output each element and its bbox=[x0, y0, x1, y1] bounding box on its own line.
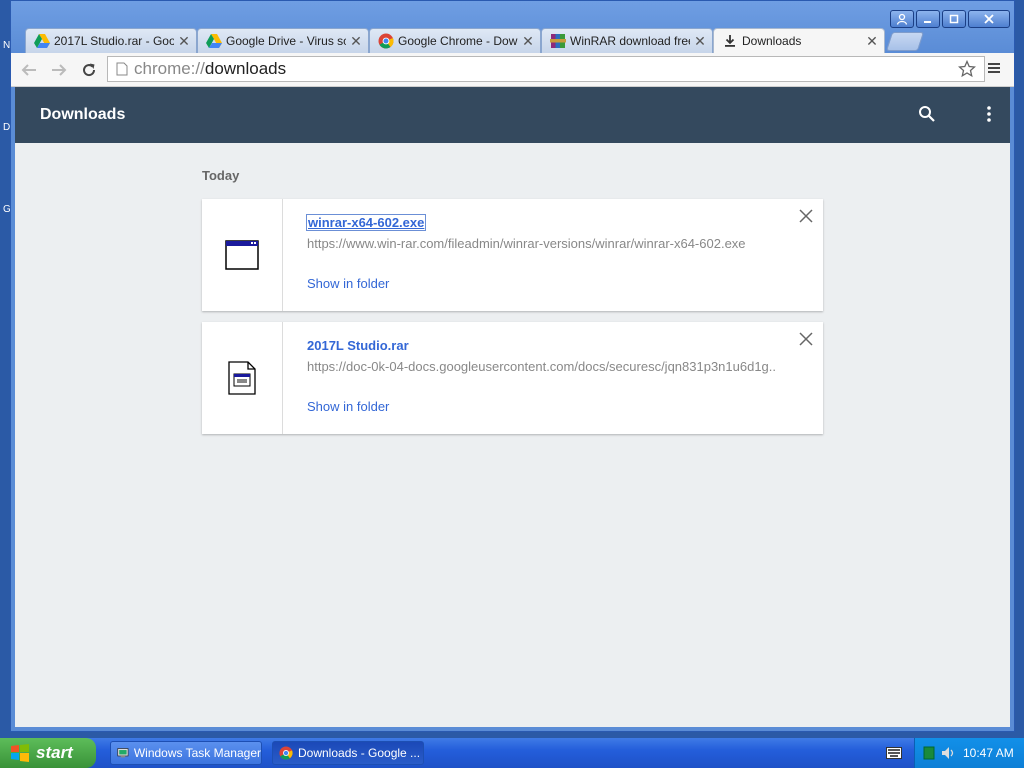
downloads-page: Downloads Today winrar-x64-602.exe https… bbox=[15, 87, 1010, 727]
tab-google-drive-virus-scan[interactable]: Google Drive - Virus scan ✕ bbox=[197, 28, 369, 53]
back-button[interactable] bbox=[17, 59, 41, 81]
tab-title: WinRAR download free bbox=[570, 34, 690, 48]
windows-logo-icon bbox=[11, 744, 29, 762]
download-item: winrar-x64-602.exe https://www.win-rar.c… bbox=[202, 199, 823, 311]
remove-download-button[interactable] bbox=[799, 209, 813, 223]
tab-close-icon[interactable]: ✕ bbox=[866, 33, 878, 50]
close-window-button[interactable] bbox=[968, 10, 1010, 28]
task-manager-icon bbox=[117, 748, 129, 758]
download-item: 2017L Studio.rar https://doc-0k-04-docs.… bbox=[202, 322, 823, 434]
forward-button[interactable] bbox=[47, 59, 71, 81]
remove-download-button[interactable] bbox=[799, 332, 813, 346]
file-icon-column bbox=[202, 199, 283, 311]
maximize-button[interactable] bbox=[942, 10, 966, 28]
download-filename-link[interactable]: 2017L Studio.rar bbox=[307, 338, 409, 353]
star-icon bbox=[957, 59, 977, 78]
restore-icon bbox=[949, 14, 959, 24]
show-in-folder-link[interactable]: Show in folder bbox=[307, 276, 389, 291]
tab-close-icon[interactable]: ✕ bbox=[178, 33, 190, 50]
close-icon bbox=[984, 14, 994, 24]
minimize-button[interactable] bbox=[916, 10, 940, 28]
taskbar-item-chrome[interactable]: Downloads - Google ... bbox=[272, 741, 424, 765]
show-in-folder-link[interactable]: Show in folder bbox=[307, 399, 389, 414]
winrar-icon bbox=[550, 33, 566, 49]
chrome-menu-button[interactable] bbox=[986, 60, 1006, 80]
window-controls bbox=[890, 10, 1010, 28]
tab-title: Google Drive - Virus scan bbox=[226, 34, 346, 48]
bookmark-star-button[interactable] bbox=[957, 59, 977, 83]
volume-icon[interactable] bbox=[941, 746, 957, 760]
file-icon-column bbox=[202, 322, 283, 434]
downloads-header: Downloads bbox=[15, 87, 1010, 143]
system-tray: 10:47 AM bbox=[914, 738, 1024, 768]
profile-button[interactable] bbox=[890, 10, 914, 28]
title-bar: 2017L Studio.rar - Googl ✕ Google Drive … bbox=[11, 1, 1014, 53]
close-icon bbox=[799, 332, 813, 346]
exe-window-icon bbox=[225, 240, 259, 270]
reload-icon bbox=[83, 63, 96, 77]
tab-2017l-studio[interactable]: 2017L Studio.rar - Googl ✕ bbox=[25, 28, 197, 53]
tab-downloads[interactable]: Downloads ✕ bbox=[713, 28, 885, 53]
search-button[interactable] bbox=[918, 105, 936, 128]
taskbar-item-label: Downloads - Google ... bbox=[298, 746, 421, 760]
tab-title: 2017L Studio.rar - Googl bbox=[54, 34, 174, 48]
reload-button[interactable] bbox=[77, 59, 101, 81]
google-drive-icon bbox=[206, 33, 222, 49]
more-vert-icon bbox=[987, 106, 991, 122]
tab-winrar-download[interactable]: WinRAR download free ✕ bbox=[541, 28, 713, 53]
person-icon bbox=[896, 13, 908, 25]
keyboard-icon[interactable] bbox=[886, 746, 902, 764]
taskbar: start Windows Task Manager Downloads - G… bbox=[0, 738, 1024, 768]
tab-title: Google Chrome - Downlo bbox=[398, 34, 518, 48]
close-icon bbox=[799, 209, 813, 223]
page-title: Downloads bbox=[40, 106, 126, 123]
download-source-url[interactable]: https://www.win-rar.com/fileadmin/winrar… bbox=[307, 236, 746, 251]
arrow-left-icon bbox=[21, 64, 36, 76]
date-section-label: Today bbox=[202, 168, 240, 183]
arrow-right-icon bbox=[52, 64, 67, 76]
page-icon bbox=[116, 62, 128, 76]
google-drive-icon bbox=[34, 33, 50, 49]
clock[interactable]: 10:47 AM bbox=[963, 746, 1014, 760]
url-scheme: chrome:// bbox=[134, 59, 205, 78]
address-bar[interactable]: chrome://downloads bbox=[107, 56, 985, 82]
start-button[interactable]: start bbox=[0, 738, 96, 768]
start-label: start bbox=[36, 743, 73, 762]
chrome-window: 2017L Studio.rar - Googl ✕ Google Drive … bbox=[10, 0, 1015, 732]
download-filename-link[interactable]: winrar-x64-602.exe bbox=[305, 214, 427, 231]
new-tab-button[interactable] bbox=[885, 32, 925, 51]
taskbar-item-label: Windows Task Manager bbox=[133, 746, 261, 760]
tray-app-icon[interactable] bbox=[923, 746, 935, 760]
search-icon bbox=[919, 106, 935, 122]
tab-close-icon[interactable]: ✕ bbox=[350, 33, 362, 50]
download-icon bbox=[722, 33, 738, 49]
tab-close-icon[interactable]: ✕ bbox=[694, 33, 706, 50]
chrome-icon bbox=[378, 33, 394, 49]
more-actions-button[interactable] bbox=[986, 105, 992, 128]
url-host: downloads bbox=[204, 59, 287, 78]
minimize-icon bbox=[924, 21, 931, 23]
archive-file-icon bbox=[228, 361, 256, 395]
hamburger-menu-icon bbox=[988, 63, 1000, 73]
tab-strip: 2017L Studio.rar - Googl ✕ Google Drive … bbox=[25, 28, 925, 53]
tab-title: Downloads bbox=[742, 34, 802, 48]
chrome-icon bbox=[279, 746, 293, 760]
tab-close-icon[interactable]: ✕ bbox=[522, 33, 534, 50]
browser-toolbar: chrome://downloads bbox=[11, 53, 1014, 87]
tab-google-chrome-download[interactable]: Google Chrome - Downlo ✕ bbox=[369, 28, 541, 53]
download-source-url[interactable]: https://doc-0k-04-docs.googleusercontent… bbox=[307, 359, 776, 374]
taskbar-item-task-manager[interactable]: Windows Task Manager bbox=[110, 741, 262, 765]
